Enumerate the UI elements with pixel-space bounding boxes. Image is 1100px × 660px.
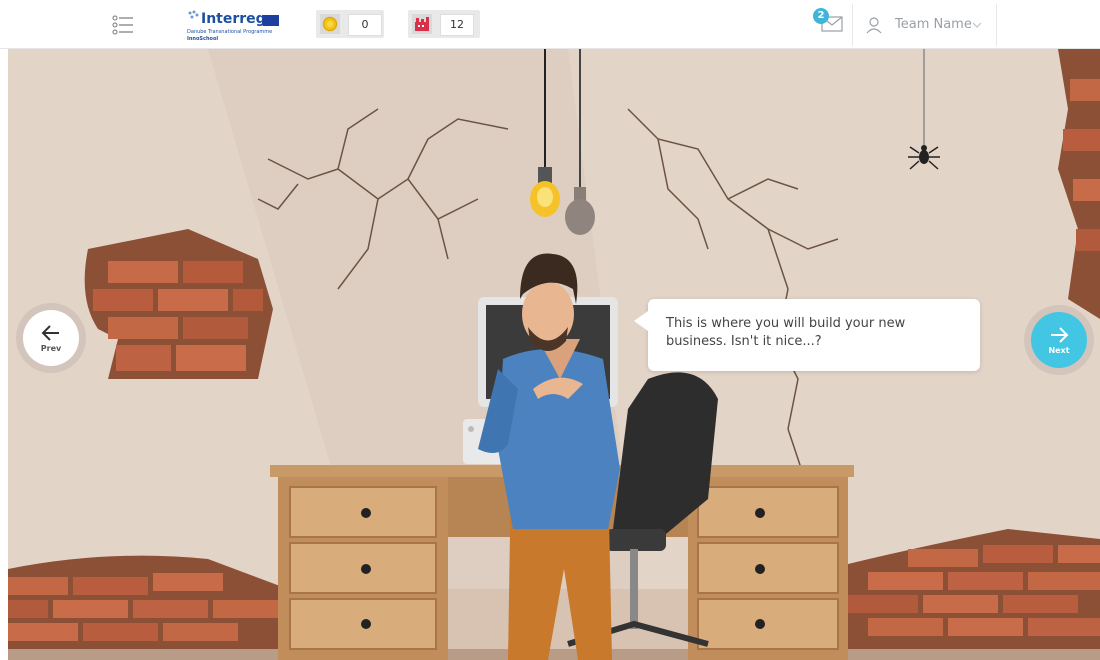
buildings-value: 12 — [440, 14, 474, 36]
mail-badge: 2 — [813, 8, 829, 24]
next-label: Next — [1048, 346, 1070, 355]
logo-dots-icon — [188, 10, 199, 19]
team-name: Team Name — [895, 17, 972, 32]
interreg-logo: Interreg Danube Transnational Programme … — [185, 8, 285, 42]
speech-text: This is where you will build your new bu… — [666, 316, 906, 349]
factory-icon — [412, 14, 432, 34]
divider — [852, 4, 853, 46]
logo-subtitle: Danube Transnational Programme — [187, 29, 273, 35]
next-button[interactable]: Next — [1024, 305, 1094, 375]
arrow-left-icon — [41, 325, 59, 341]
user-icon — [866, 17, 882, 34]
sun-coin-icon — [320, 14, 340, 34]
prev-label: Prev — [40, 344, 62, 353]
mail-button[interactable]: 2 — [813, 8, 845, 36]
eu-flag-icon — [263, 15, 279, 26]
team-menu[interactable]: Team Name — [862, 12, 992, 38]
coins-value: 0 — [348, 14, 382, 36]
arrow-right-icon — [1051, 327, 1069, 343]
logo-project: InnoSchool — [187, 36, 219, 42]
buildings-counter: 12 — [408, 10, 480, 38]
divider — [996, 4, 997, 46]
prev-button[interactable]: Prev — [16, 303, 86, 373]
chevron-down-icon — [972, 22, 982, 28]
logo-name: Interreg — [201, 11, 266, 27]
menu-icon[interactable] — [112, 14, 134, 36]
coins-counter: 0 — [316, 10, 384, 38]
speech-bubble: This is where you will build your new bu… — [634, 299, 980, 371]
top-bar: Interreg Danube Transnational Programme … — [0, 0, 1100, 49]
office-scene: This is where you will build your new bu… — [8, 49, 1100, 660]
